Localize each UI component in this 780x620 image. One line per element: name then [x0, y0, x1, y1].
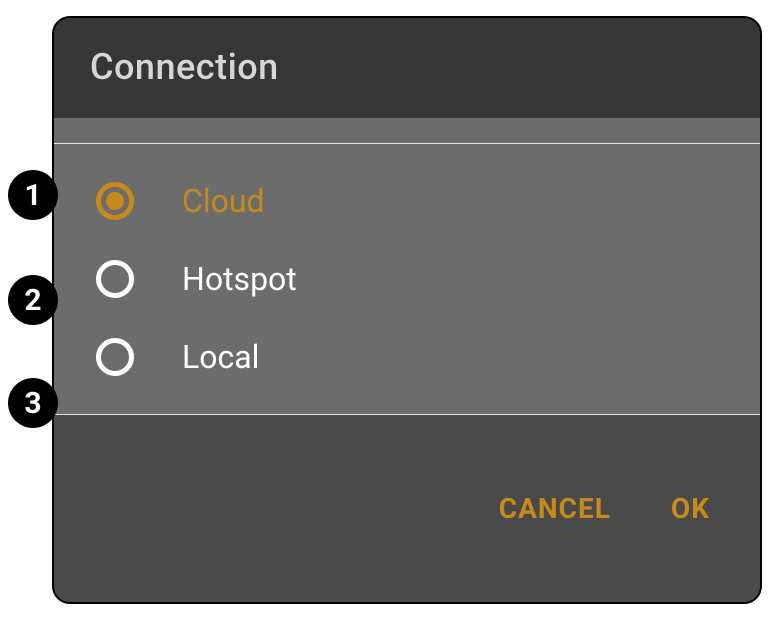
cancel-button[interactable]: CANCEL [499, 492, 611, 525]
dialog-header: Connection [54, 18, 760, 118]
option-local[interactable]: Local [54, 318, 760, 396]
radio-icon [96, 182, 134, 220]
radio-icon [96, 260, 134, 298]
ok-button[interactable]: OK [671, 492, 710, 525]
annotation-marker-1: 1 [8, 170, 58, 220]
option-label: Local [182, 338, 259, 376]
option-cloud[interactable]: Cloud [54, 162, 760, 240]
option-hotspot[interactable]: Hotspot [54, 240, 760, 318]
option-label: Hotspot [182, 260, 297, 298]
options-panel: Cloud Hotspot Local [54, 144, 760, 414]
dialog-title: Connection [90, 46, 724, 88]
divider-top [54, 118, 760, 144]
radio-icon [96, 338, 134, 376]
annotation-marker-2: 2 [8, 275, 58, 325]
dialog-footer: CANCEL OK [54, 415, 760, 602]
connection-dialog: Connection Cloud Hotspot Local CANCEL OK [52, 16, 762, 604]
option-label: Cloud [182, 182, 265, 220]
annotation-marker-3: 3 [8, 378, 58, 428]
radio-dot-icon [106, 192, 124, 210]
